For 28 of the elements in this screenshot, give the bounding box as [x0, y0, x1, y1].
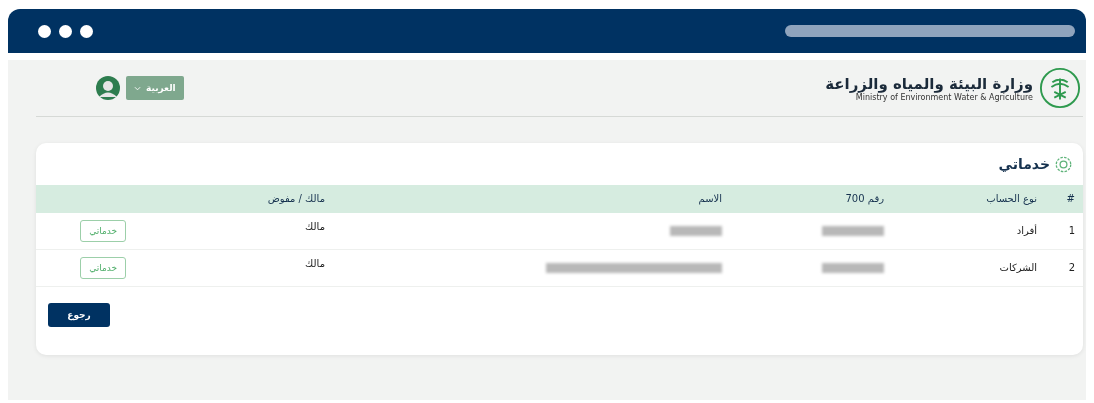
- table-cell-text: أفراد: [1015, 223, 1037, 238]
- table-cell-text: مالك: [304, 220, 325, 234]
- column-header: مالك / مفوض: [266, 192, 325, 206]
- card-title: خدماتي: [998, 156, 1050, 172]
- back-button[interactable]: رجوع: [48, 303, 110, 327]
- table-cell-text: مالك: [304, 257, 325, 271]
- table-cell-text: 1: [1067, 224, 1076, 238]
- blurred-value: [822, 263, 884, 273]
- column-header: نوع الحساب: [985, 192, 1037, 207]
- column-header: رقم 700: [844, 192, 884, 207]
- services-button[interactable]: خدماتي: [80, 220, 126, 242]
- language-dropdown[interactable]: العربية: [126, 76, 184, 100]
- window-dot-icon: [38, 24, 51, 38]
- avatar-icon[interactable]: [96, 76, 120, 100]
- column-header: الاسم: [697, 192, 722, 207]
- ministry-name-english: Ministry of Environment Water & Agriculture: [855, 92, 1033, 102]
- gear-icon: [1055, 155, 1072, 173]
- palm-logo-icon: [1039, 67, 1081, 109]
- caret-icon: [134, 85, 141, 91]
- window-dot-icon: [80, 24, 93, 38]
- window-dot-icon: [59, 24, 72, 38]
- ministry-name: وزارة البيئة والمياه والزراعة: [825, 74, 1033, 93]
- table-cell-text: 2: [1067, 261, 1076, 275]
- blurred-value: [822, 226, 884, 236]
- column-header: #: [1065, 192, 1076, 206]
- table-cell-text: الشركات: [998, 261, 1037, 275]
- blurred-value: [670, 226, 722, 236]
- services-button[interactable]: خدماتي: [80, 257, 126, 279]
